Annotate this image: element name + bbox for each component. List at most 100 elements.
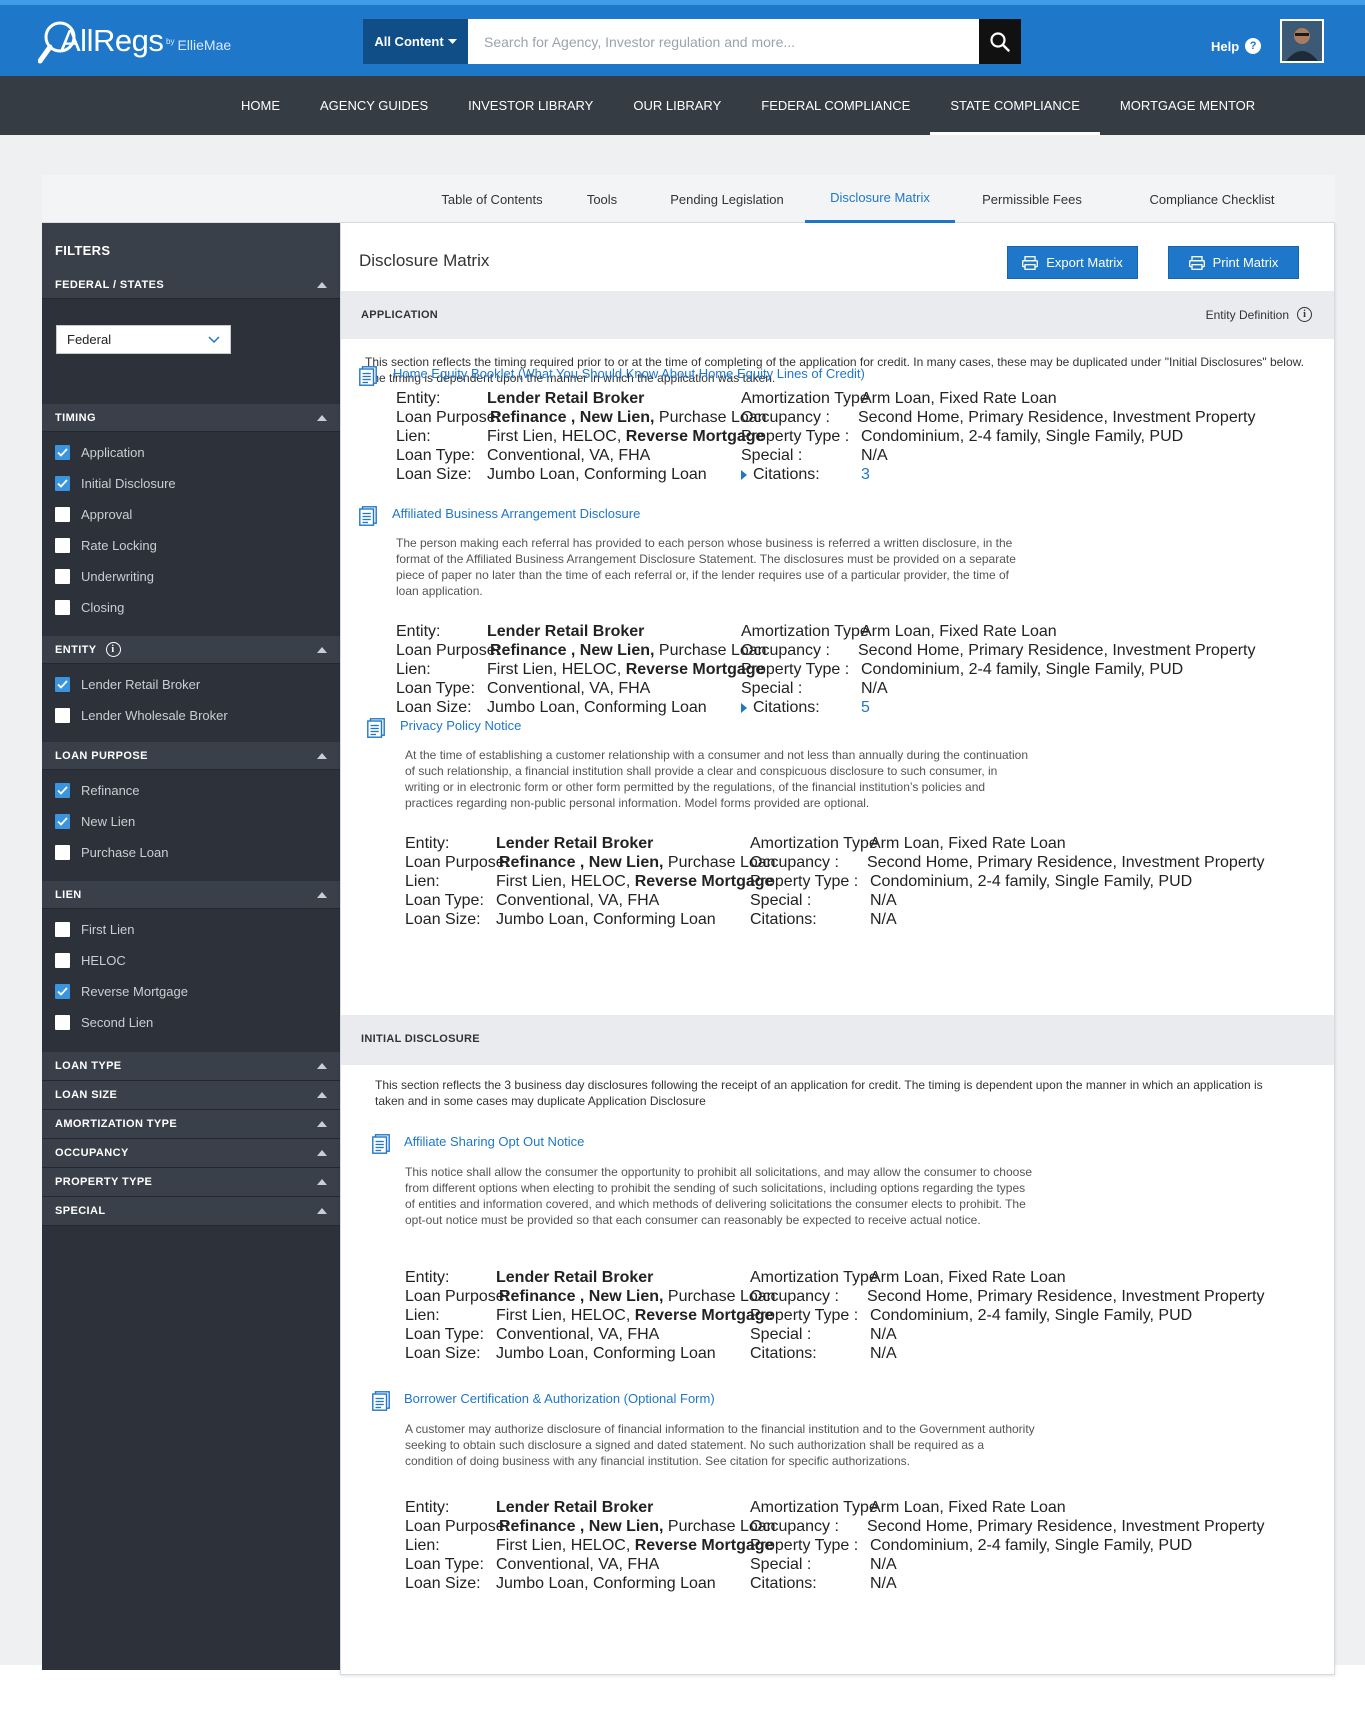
filter-head-collapsed[interactable]: SPECIAL: [42, 1197, 340, 1226]
filter-option-label: Reverse Mortgage: [81, 984, 188, 999]
entity-text: Lender Retail Broker: [496, 1269, 654, 1286]
print-matrix-button[interactable]: Print Matrix: [1168, 246, 1299, 279]
filter-head-loan-purpose[interactable]: LOAN PURPOSE: [42, 742, 340, 770]
allregs-logo[interactable]: AllRegs by EllieMae: [38, 19, 258, 69]
filter-head-label: OCCUPANCY: [55, 1147, 129, 1159]
export-matrix-button[interactable]: Export Matrix: [1007, 246, 1138, 279]
checkbox[interactable]: [55, 845, 70, 860]
filter-head-collapsed[interactable]: OCCUPANCY: [42, 1139, 340, 1168]
entity-definition-link[interactable]: Entity Definition i: [1206, 307, 1312, 322]
tab-permissible-fees[interactable]: Permissible Fees: [967, 175, 1097, 223]
nav-agency-guides[interactable]: AGENCY GUIDES: [300, 76, 448, 135]
loan-purpose-label: Loan Purpose:: [405, 1518, 510, 1535]
filter-option[interactable]: Lender Retail Broker: [42, 669, 340, 700]
checkbox[interactable]: [55, 814, 70, 829]
document-icon: [372, 1391, 390, 1411]
filter-option-label: Second Lien: [81, 1015, 154, 1030]
nav-mortgage-mentor[interactable]: MORTGAGE MENTOR: [1100, 76, 1275, 135]
filter-option[interactable]: Second Lien: [42, 1007, 340, 1038]
filter-head-timing[interactable]: TIMING: [42, 404, 340, 432]
citations-count-link[interactable]: 3: [861, 466, 870, 485]
citations-count-link[interactable]: 5: [861, 699, 870, 718]
citations-label[interactable]: Citations:: [741, 466, 820, 485]
filter-head-lien[interactable]: LIEN: [42, 881, 340, 909]
checkbox[interactable]: [55, 984, 70, 999]
property-type-label: Property Type :: [741, 428, 850, 445]
filter-option[interactable]: Purchase Loan: [42, 837, 340, 868]
citations-label[interactable]: Citations:: [741, 699, 820, 718]
filter-option[interactable]: Approval: [42, 499, 340, 530]
tab-disclosure-matrix[interactable]: Disclosure Matrix: [805, 175, 955, 223]
filter-option[interactable]: Underwriting: [42, 561, 340, 592]
filter-option[interactable]: Refinance: [42, 775, 340, 806]
user-photo-icon: [1282, 21, 1322, 61]
nav-investor-library[interactable]: INVESTOR LIBRARY: [448, 76, 613, 135]
filter-option[interactable]: First Lien: [42, 914, 340, 945]
filter-option[interactable]: Initial Disclosure: [42, 468, 340, 499]
document-title-link[interactable]: Home Equity Booklet (What You Should Kno…: [393, 366, 865, 381]
filter-option[interactable]: Closing: [42, 592, 340, 623]
tab-compliance-checklist[interactable]: Compliance Checklist: [1132, 175, 1292, 223]
filter-head-entity[interactable]: ENTITY i: [42, 636, 340, 664]
filter-option[interactable]: Rate Locking: [42, 530, 340, 561]
filter-option[interactable]: Reverse Mortgage: [42, 976, 340, 1007]
occupancy-label: Occupancy :: [750, 1288, 839, 1305]
checkbox[interactable]: [55, 538, 70, 553]
tab-tools[interactable]: Tools: [572, 175, 632, 223]
checkbox[interactable]: [55, 708, 70, 723]
loan-purpose-bold: Refinance , New Lien,: [490, 409, 655, 426]
help-link[interactable]: Help ?: [1211, 38, 1262, 54]
document-title-link[interactable]: Borrower Certification & Authorization (…: [404, 1391, 715, 1406]
document-title-link[interactable]: Affiliated Business Arrangement Disclosu…: [392, 506, 640, 521]
caret-up-icon: [317, 1208, 327, 1214]
info-icon[interactable]: i: [105, 642, 121, 657]
filter-head-collapsed[interactable]: AMORTIZATION TYPE: [42, 1110, 340, 1139]
user-avatar[interactable]: [1280, 19, 1324, 63]
filter-head-collapsed[interactable]: PROPERTY TYPE: [42, 1168, 340, 1197]
loan-size-value: Jumbo Loan, Conforming Loan: [487, 466, 707, 483]
expand-triangle-icon[interactable]: [741, 703, 747, 713]
checkbox[interactable]: [55, 600, 70, 615]
search-button[interactable]: [979, 19, 1021, 64]
document-title-link[interactable]: Privacy Policy Notice: [400, 718, 521, 733]
federal-states-select[interactable]: Federal: [56, 325, 231, 354]
filter-option[interactable]: Application: [42, 437, 340, 468]
filter-head-collapsed[interactable]: LOAN TYPE: [42, 1052, 340, 1081]
tab-table-of-contents[interactable]: Table of Contents: [422, 175, 562, 223]
checkbox[interactable]: [55, 783, 70, 798]
caret-up-icon: [317, 1063, 327, 1069]
property-type-label: Property Type :: [750, 873, 859, 890]
filter-option[interactable]: New Lien: [42, 806, 340, 837]
document-title-link[interactable]: Affiliate Sharing Opt Out Notice: [404, 1134, 584, 1149]
special-label: Special :: [750, 892, 812, 909]
checkbox[interactable]: [55, 677, 70, 692]
search-input[interactable]: [468, 19, 979, 64]
content-scope-dropdown[interactable]: All Content: [363, 19, 468, 64]
check-icon: [57, 786, 68, 795]
checkbox[interactable]: [55, 445, 70, 460]
filter-head-label: LOAN SIZE: [55, 1089, 118, 1101]
amortization-label: Amortization Type: [741, 390, 869, 407]
entity-label: Entity:: [405, 1269, 450, 1286]
checkbox[interactable]: [55, 953, 70, 968]
filter-head-collapsed[interactable]: LOAN SIZE: [42, 1081, 340, 1110]
filter-option-label: Rate Locking: [81, 538, 157, 553]
checkbox[interactable]: [55, 1015, 70, 1030]
loan-purpose-bold: Refinance , New Lien,: [490, 642, 655, 659]
tab-pending-legislation[interactable]: Pending Legislation: [652, 175, 802, 223]
filter-head-federal-states[interactable]: FEDERAL / STATES: [42, 271, 340, 299]
nav-our-library[interactable]: OUR LIBRARY: [613, 76, 741, 135]
occupancy-value: Second Home, Primary Residence, Investme…: [867, 1288, 1265, 1305]
special-label: Special :: [750, 1326, 812, 1343]
expand-triangle-icon[interactable]: [741, 470, 747, 480]
question-icon: ?: [1245, 38, 1262, 54]
checkbox[interactable]: [55, 507, 70, 522]
checkbox[interactable]: [55, 476, 70, 491]
nav-federal-compliance[interactable]: FEDERAL COMPLIANCE: [741, 76, 930, 135]
filter-option[interactable]: HELOC: [42, 945, 340, 976]
checkbox[interactable]: [55, 569, 70, 584]
filter-option[interactable]: Lender Wholesale Broker: [42, 700, 340, 731]
nav-home[interactable]: HOME: [221, 76, 300, 135]
checkbox[interactable]: [55, 922, 70, 937]
nav-state-compliance[interactable]: STATE COMPLIANCE: [930, 76, 1100, 135]
